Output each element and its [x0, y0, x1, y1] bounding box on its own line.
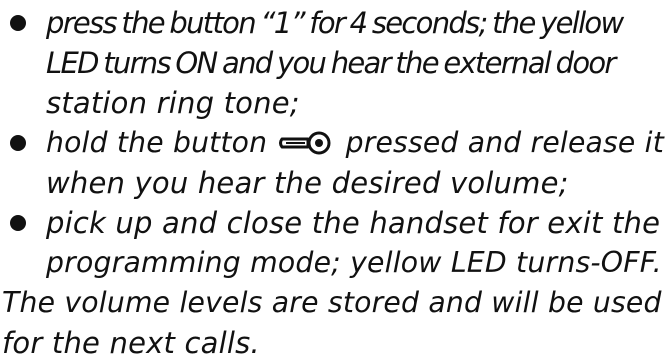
- list-item-line: pick up and close the handset for exit t…: [46, 206, 661, 240]
- bullet-icon: [10, 135, 26, 151]
- list-item-line: hold the button pressed and release it: [46, 123, 664, 163]
- list-item-line: when you hear the desired volume;: [46, 166, 569, 200]
- bullet-icon: [10, 15, 26, 31]
- key-icon: [278, 130, 332, 156]
- list-item-line: LED turns ON and you hear the external d…: [46, 46, 616, 80]
- text-after-icon: pressed and release it: [345, 126, 664, 159]
- closing-paragraph-line: for the next calls.: [2, 326, 260, 360]
- text-before-icon: hold the button: [46, 126, 268, 159]
- list-item-line: programming mode; yellow LED turns-OFF.: [46, 246, 662, 279]
- bullet-icon: [10, 215, 26, 231]
- document-page: press the button “1” for 4 seconds; the …: [0, 0, 668, 360]
- list-item-line: station ring tone;: [46, 86, 300, 120]
- closing-paragraph-line: The volume levels are stored and will be…: [2, 286, 662, 319]
- list-item-line: press the button “1” for 4 seconds; the …: [46, 6, 624, 40]
